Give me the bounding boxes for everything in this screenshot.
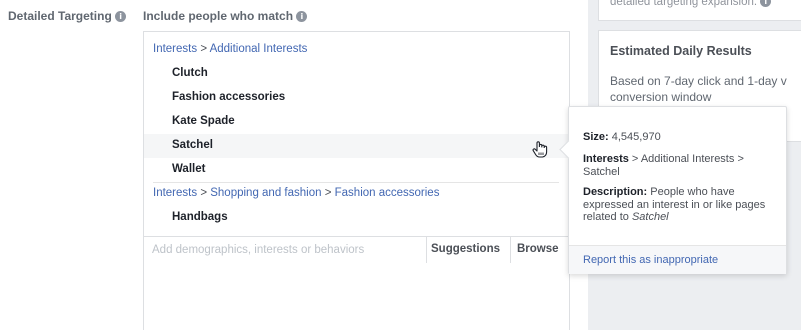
search-input[interactable]: Add demographics, interests or behaviors bbox=[152, 244, 364, 256]
estimated-results-body: Based on 7-day click and 1-day v convers… bbox=[610, 73, 787, 105]
description-subject: Satchel bbox=[631, 211, 669, 223]
list-item[interactable]: Clutch bbox=[144, 62, 569, 86]
breadcrumb-separator: > bbox=[200, 187, 208, 199]
detailed-targeting-label: Detailed Targeting i bbox=[8, 9, 127, 23]
list-item[interactable]: Handbags bbox=[144, 206, 569, 230]
targeting-search-row: Add demographics, interests or behaviors… bbox=[143, 236, 570, 265]
suggestions-button[interactable]: Suggestions bbox=[426, 237, 504, 264]
list-item[interactable]: Wallet bbox=[144, 158, 569, 182]
list-item-label: Satchel bbox=[172, 139, 213, 151]
divider bbox=[153, 182, 559, 183]
breadcrumb-link-interests[interactable]: Interests bbox=[153, 43, 197, 55]
expansion-text: detailed targeting expansion. bbox=[610, 0, 758, 8]
list-item-label: Wallet bbox=[172, 163, 206, 175]
tooltip-size: Size: 4,545,970 bbox=[583, 131, 778, 144]
browse-button[interactable]: Browse bbox=[510, 237, 565, 264]
breadcrumb-link-interests[interactable]: Interests bbox=[153, 187, 197, 199]
info-icon[interactable]: i bbox=[296, 11, 308, 23]
hand-cursor-icon bbox=[532, 141, 548, 158]
expansion-card: detailed targeting expansion. i bbox=[598, 0, 801, 21]
breadcrumb-link-additional-interests[interactable]: Additional Interests bbox=[210, 43, 308, 55]
list-item[interactable]: Kate Spade bbox=[144, 110, 569, 134]
separator: > bbox=[737, 153, 744, 165]
breadcrumb-separator: > bbox=[200, 43, 208, 55]
size-value: 4,545,970 bbox=[611, 131, 661, 143]
report-link[interactable]: Report this as inappropriate bbox=[583, 254, 718, 266]
detailed-targeting-text: Detailed Targeting bbox=[8, 9, 112, 23]
tooltip-interests: Interests > Additional Interests > Satch… bbox=[583, 153, 778, 178]
interests-path: Additional Interests bbox=[640, 153, 735, 165]
list-item-highlighted[interactable]: Satchel bbox=[144, 134, 569, 158]
list-item[interactable]: Fashion accessories bbox=[144, 86, 569, 110]
estimated-body-line: conversion window bbox=[610, 90, 712, 104]
expansion-card-text: detailed targeting expansion. i bbox=[610, 0, 772, 8]
tooltip-description: Description: People who have expressed a… bbox=[583, 186, 778, 224]
size-label: Size: bbox=[583, 131, 609, 143]
separator: > bbox=[631, 153, 639, 165]
interests-path: Satchel bbox=[583, 165, 620, 178]
list-item-label: Handbags bbox=[172, 211, 228, 223]
targeting-box-lower bbox=[143, 263, 570, 330]
estimated-body-line: Based on 7-day click and 1-day v bbox=[610, 74, 787, 88]
interest-tooltip: Size: 4,545,970 Interests > Additional I… bbox=[559, 106, 787, 274]
breadcrumb-link-fashion-accessories[interactable]: Fashion accessories bbox=[335, 187, 440, 199]
include-people-label: Include people who match i bbox=[143, 9, 308, 23]
interests-label: Interests bbox=[583, 153, 629, 165]
tooltip-footer: Report this as inappropriate bbox=[569, 245, 786, 274]
list-item-label: Kate Spade bbox=[172, 115, 235, 127]
list-item-label: Clutch bbox=[172, 67, 208, 79]
list-item-label: Fashion accessories bbox=[172, 91, 286, 103]
breadcrumb-separator: > bbox=[324, 187, 332, 199]
info-icon[interactable]: i bbox=[760, 0, 772, 8]
breadcrumb-link-shopping-and-fashion[interactable]: Shopping and fashion bbox=[210, 187, 321, 199]
include-people-text: Include people who match bbox=[143, 9, 294, 23]
info-icon[interactable]: i bbox=[115, 11, 127, 23]
description-label: Description: bbox=[583, 186, 648, 198]
breadcrumb: Interests > Shopping and fashion > Fashi… bbox=[153, 187, 439, 199]
targeting-dropdown: Interests > Additional Interests Clutch … bbox=[143, 31, 570, 236]
breadcrumb: Interests > Additional Interests bbox=[153, 43, 307, 55]
estimated-results-title: Estimated Daily Results bbox=[610, 44, 752, 58]
